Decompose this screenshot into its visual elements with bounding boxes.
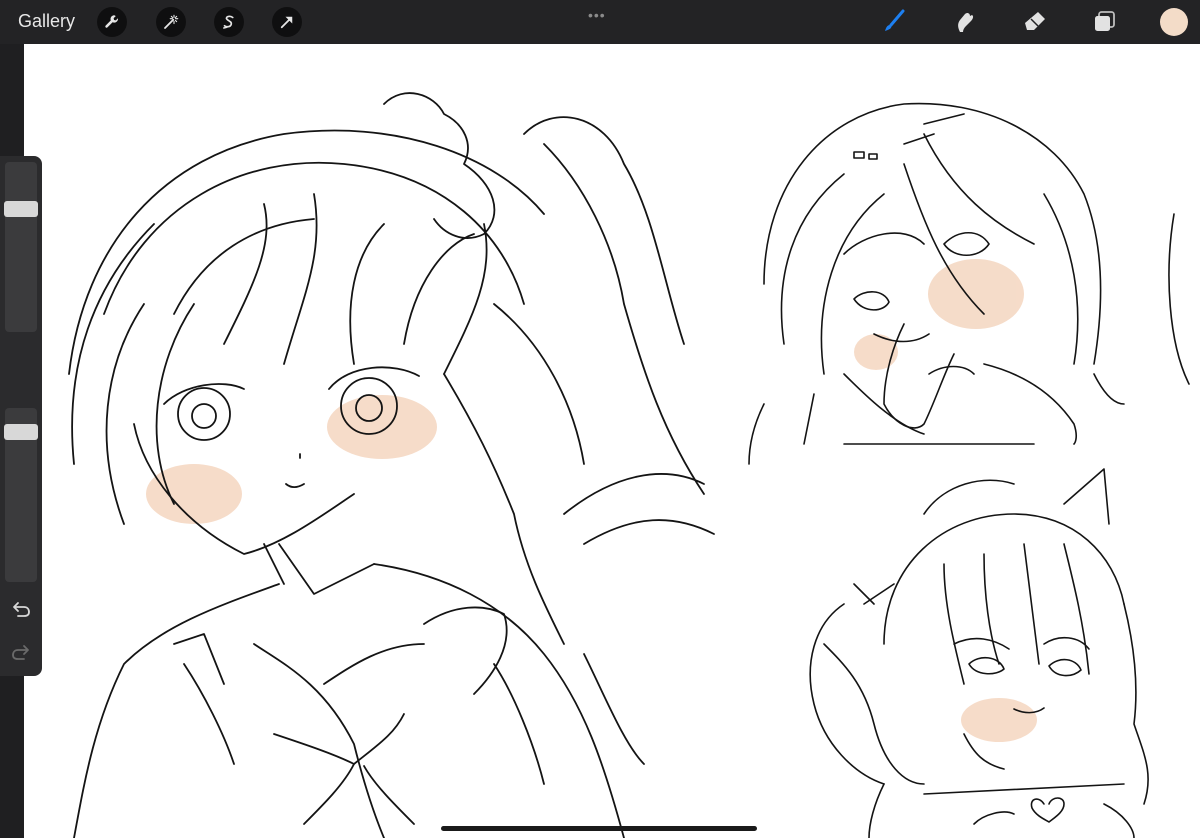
adjustments-wand-button[interactable]: [156, 7, 186, 37]
magic-wand-icon: [164, 14, 179, 29]
actions-wrench-button[interactable]: [97, 7, 127, 37]
color-swatch-button[interactable]: [1160, 8, 1188, 36]
toolbar-grabber[interactable]: •••: [588, 7, 606, 23]
sidebar-panel: [0, 156, 42, 676]
eraser-tool-button[interactable]: [1019, 6, 1051, 38]
smudge-tool-button[interactable]: [948, 6, 980, 38]
layers-icon: [1095, 11, 1115, 31]
top-toolbar: Gallery •••: [0, 0, 1200, 44]
brush-icon: [885, 9, 905, 31]
selection-s-icon: [223, 15, 234, 29]
drawing-canvas[interactable]: [24, 44, 1200, 838]
transform-button[interactable]: [272, 7, 302, 37]
home-indicator[interactable]: [441, 826, 757, 831]
main-girl-sketch: [68, 92, 715, 838]
brush-size-slider-knob[interactable]: [4, 200, 38, 217]
transform-arrow-icon: [280, 16, 293, 29]
layers-button[interactable]: [1089, 6, 1121, 38]
smudge-icon: [958, 12, 974, 32]
eraser-icon: [1025, 12, 1045, 30]
undo-button[interactable]: [10, 599, 32, 619]
selection-button[interactable]: [214, 7, 244, 37]
wrench-icon: [105, 15, 118, 28]
undo-icon: [13, 602, 30, 617]
gallery-button[interactable]: Gallery: [18, 11, 75, 32]
sketch-artwork: [68, 92, 1190, 838]
redo-button[interactable]: [10, 642, 32, 662]
paint-tool-button[interactable]: [878, 6, 910, 38]
opacity-slider-knob[interactable]: [4, 423, 38, 440]
brush-size-slider[interactable]: [5, 162, 37, 332]
redo-icon: [12, 645, 29, 660]
lower-right-sketch: [809, 468, 1149, 838]
